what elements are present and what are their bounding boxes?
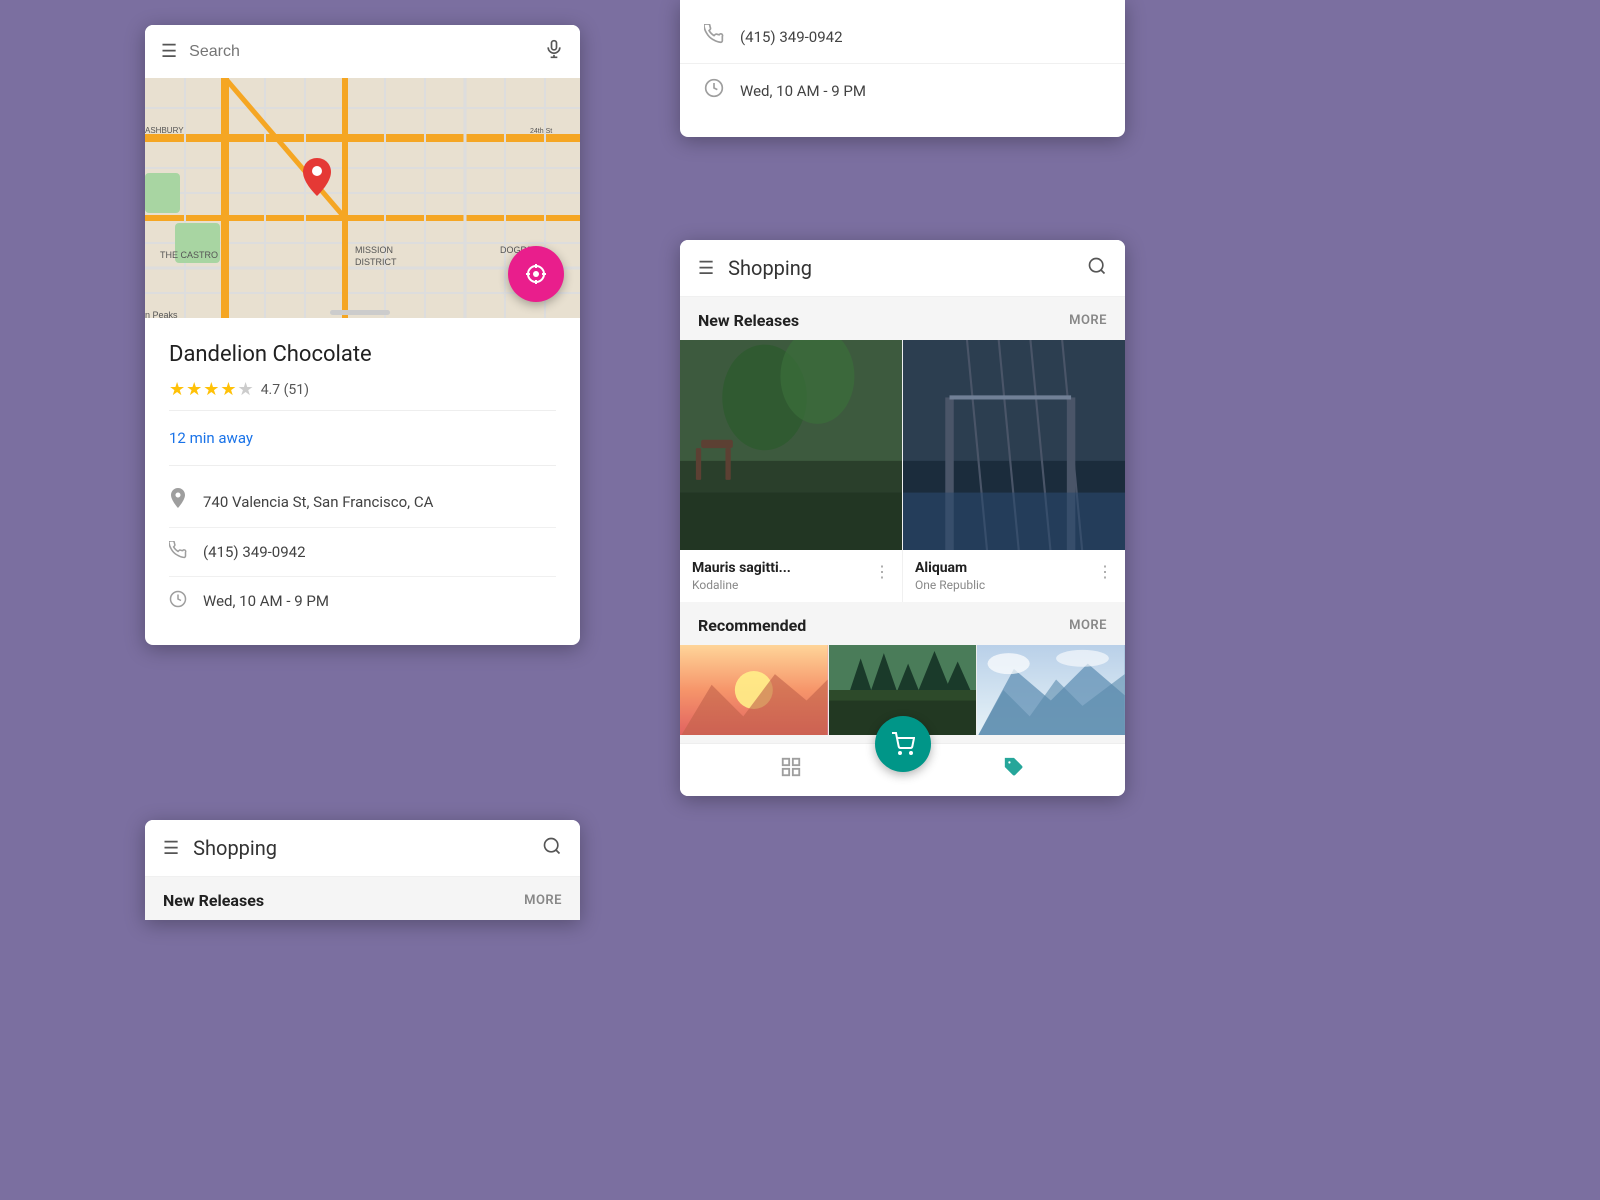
product-grid: Mauris sagitti... Kodaline ⋮ <box>680 340 1125 602</box>
phone-text-maps: (415) 349-0942 <box>203 543 306 561</box>
distance-text[interactable]: 12 min away <box>169 421 556 455</box>
stars-filled: ★★★★★ <box>169 379 255 400</box>
product-item-1: Mauris sagitti... Kodaline ⋮ <box>680 340 903 602</box>
product-info-2: Aliquam One Republic ⋮ <box>903 550 1125 602</box>
svg-text:ASHBURY: ASHBURY <box>145 126 184 135</box>
more-options-icon-2[interactable]: ⋮ <box>1097 560 1113 581</box>
shopping-title-small: Shopping <box>193 836 528 860</box>
bottom-nav <box>680 743 1125 796</box>
new-releases-title: New Releases <box>698 311 799 330</box>
more-options-icon-1[interactable]: ⋮ <box>874 560 890 581</box>
cart-fab-button[interactable] <box>875 716 931 772</box>
hours-row: Wed, 10 AM - 9 PM <box>680 63 1125 117</box>
shopping-search-icon[interactable] <box>1087 256 1107 280</box>
phone-row: (415) 349-0942 <box>680 10 1125 63</box>
hamburger-menu-icon[interactable]: ☰ <box>161 41 177 62</box>
new-releases-small-more[interactable]: MORE <box>524 893 562 908</box>
product-artist-2: One Republic <box>915 578 985 592</box>
location-fab-button[interactable] <box>508 246 564 302</box>
product-name-2: Aliquam <box>915 560 985 576</box>
svg-text:MISSION: MISSION <box>355 245 393 255</box>
clock-icon-maps <box>169 589 187 613</box>
hours-text-maps: Wed, 10 AM - 9 PM <box>203 592 329 610</box>
rec-thumb-1[interactable] <box>680 645 828 735</box>
svg-text:THE CASTRO: THE CASTRO <box>160 250 218 260</box>
maps-search-bar: ☰ <box>145 25 580 78</box>
rating-row: ★★★★★ 4.7 (51) <box>169 379 556 400</box>
location-icon <box>169 488 187 515</box>
grid-nav-icon[interactable] <box>780 756 802 784</box>
divider-1 <box>169 410 556 411</box>
svg-text:n Peaks: n Peaks <box>145 310 178 318</box>
map-area[interactable]: THE CASTRO MISSION DISTRICT DOGPA n Peak… <box>145 78 580 318</box>
hours-row-maps: Wed, 10 AM - 9 PM <box>169 577 556 625</box>
phone-icon-maps <box>169 540 187 564</box>
rec-item-3[interactable] <box>977 645 1125 735</box>
product-info-1: Mauris sagitti... Kodaline ⋮ <box>680 550 902 602</box>
hours-text: Wed, 10 AM - 9 PM <box>740 82 866 100</box>
new-releases-more[interactable]: MORE <box>1069 313 1107 328</box>
product-thumb-1[interactable] <box>680 340 902 550</box>
address-row: 740 Valencia St, San Francisco, CA <box>169 476 556 528</box>
recommended-more[interactable]: MORE <box>1069 618 1107 633</box>
shopping-title-large: Shopping <box>728 256 1073 280</box>
rec-item-1[interactable] <box>680 645 829 735</box>
place-name: Dandelion Chocolate <box>169 342 556 367</box>
address-text: 740 Valencia St, San Francisco, CA <box>203 493 433 511</box>
shopping-card-small: ☰ Shopping New Releases MORE <box>145 820 580 920</box>
shopping-card-large: ☰ Shopping New Releases MORE <box>680 240 1125 796</box>
new-releases-small-title: New Releases <box>163 891 264 910</box>
product-item-2: Aliquam One Republic ⋮ <box>903 340 1125 602</box>
product-details-1: Mauris sagitti... Kodaline <box>692 560 791 592</box>
shopping-hamburger-small-icon[interactable]: ☰ <box>163 838 179 859</box>
shopping-hamburger-icon[interactable]: ☰ <box>698 258 714 279</box>
product-thumb-2[interactable] <box>903 340 1125 550</box>
shopping-header-small: ☰ Shopping <box>145 820 580 877</box>
place-info-section: Dandelion Chocolate ★★★★★ 4.7 (51) 12 mi… <box>145 318 580 645</box>
new-releases-section: New Releases MORE <box>680 297 1125 340</box>
new-releases-small-section: New Releases MORE <box>145 877 580 920</box>
svg-text:24th St: 24th St <box>530 128 552 135</box>
phone-text: (415) 349-0942 <box>740 28 843 46</box>
top-right-contact-card: (415) 349-0942 Wed, 10 AM - 9 PM <box>680 0 1125 137</box>
shopping-search-small-icon[interactable] <box>542 836 562 860</box>
maps-card: ☰ <box>145 25 580 645</box>
divider-2 <box>169 465 556 466</box>
tag-nav-icon[interactable] <box>1003 756 1025 784</box>
microphone-icon[interactable] <box>544 39 564 64</box>
phone-icon <box>704 24 724 49</box>
search-input[interactable] <box>189 43 532 61</box>
recommended-header: Recommended MORE <box>680 602 1125 645</box>
product-details-2: Aliquam One Republic <box>915 560 985 592</box>
shopping-header-large: ☰ Shopping <box>680 240 1125 297</box>
clock-icon <box>704 78 724 103</box>
product-artist-1: Kodaline <box>692 578 791 592</box>
recommended-title: Recommended <box>698 616 806 635</box>
svg-text:DISTRICT: DISTRICT <box>355 257 397 267</box>
rec-thumb-3[interactable] <box>977 645 1125 735</box>
rating-number: 4.7 (51) <box>261 382 309 398</box>
product-name-1: Mauris sagitti... <box>692 560 791 576</box>
phone-row-maps: (415) 349-0942 <box>169 528 556 577</box>
